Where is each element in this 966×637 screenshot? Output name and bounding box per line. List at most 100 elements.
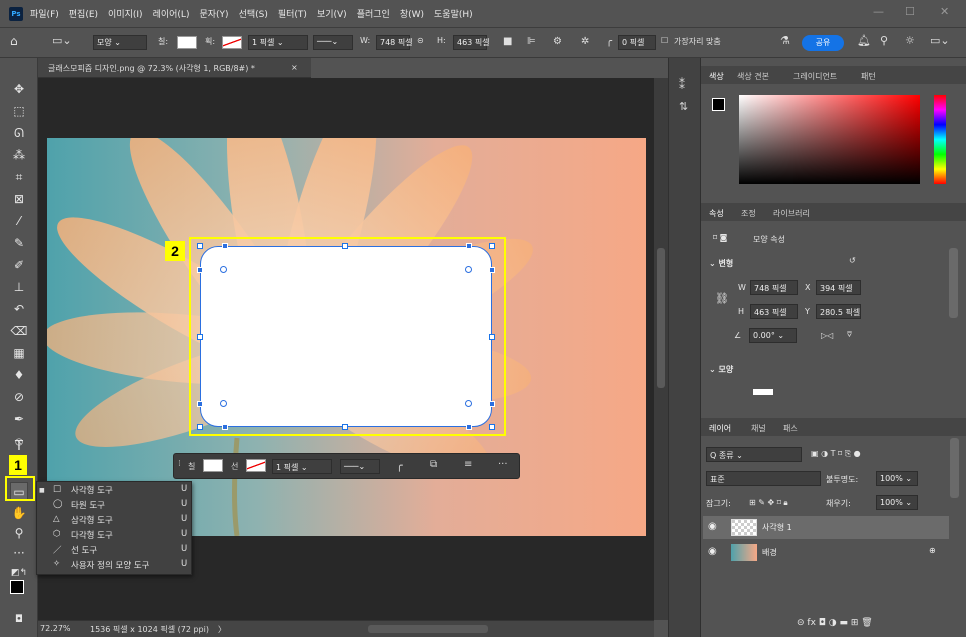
- link-icon[interactable]: ⊝: [417, 36, 424, 45]
- tab-channels[interactable]: 채널: [751, 423, 766, 434]
- layers-scrollbar[interactable]: [950, 438, 959, 498]
- menu-help[interactable]: 도움말(H): [434, 7, 473, 20]
- rectangle-shape[interactable]: [200, 246, 492, 427]
- type-tool-icon[interactable]: T: [10, 438, 28, 456]
- history-icon[interactable]: ⁑: [679, 78, 685, 92]
- blend-mode-select[interactable]: 표준: [706, 471, 821, 486]
- color-foreground-swatch[interactable]: [712, 98, 725, 111]
- discover-icon[interactable]: ☼: [905, 34, 915, 47]
- layer-actions-icons[interactable]: ⊝ fx ◘ ◑ ▬ ⊞ 🗑︎: [797, 618, 873, 628]
- beaker-icon[interactable]: ⚗: [780, 34, 790, 47]
- marquee-tool-icon[interactable]: ⬚: [10, 102, 28, 120]
- anchor-point[interactable]: [489, 267, 495, 273]
- transform-handle-tr[interactable]: [489, 243, 495, 249]
- share-button[interactable]: 공유: [802, 35, 844, 51]
- document-close-icon[interactable]: ×: [291, 63, 298, 72]
- tab-properties[interactable]: 속성: [709, 208, 724, 219]
- ctx-fill-swatch[interactable]: [203, 459, 223, 472]
- layer-filter-icons[interactable]: ▣ ◑ T ⌑ ⎘ ●: [811, 449, 861, 459]
- workspace-icon[interactable]: ▭⌄: [930, 34, 950, 47]
- crop-tool-icon[interactable]: ⌗: [10, 168, 28, 186]
- hue-slider[interactable]: [934, 95, 946, 184]
- status-arrow-icon[interactable]: 〉: [218, 624, 226, 635]
- tab-gradients[interactable]: 그레이디언트: [793, 71, 837, 82]
- ctx-stroke-swatch[interactable]: [246, 459, 266, 472]
- anchor-point[interactable]: [489, 401, 495, 407]
- tab-layers[interactable]: 레이어: [709, 423, 731, 434]
- flip-horizontal-icon[interactable]: ▷◁: [821, 331, 833, 340]
- tool-preset-icon[interactable]: ▭⌄: [52, 34, 72, 47]
- menu-view[interactable]: 보기(V): [317, 7, 347, 20]
- fill-swatch[interactable]: [177, 36, 197, 49]
- document-tab[interactable]: 글래스모피즘 디자인.png @ 72.3% (사각형 1, RGB/8#) *…: [38, 58, 311, 78]
- corner-radius-handle[interactable]: [220, 400, 227, 407]
- flyout-custom-shape-tool[interactable]: ✧ 사용자 정의 모양 도구 U: [43, 559, 189, 574]
- path-arrangement-icon[interactable]: ⚙: [553, 36, 562, 47]
- anchor-point[interactable]: [466, 243, 472, 249]
- color-picker-field[interactable]: [739, 95, 920, 184]
- maximize-button[interactable]: ☐: [905, 5, 915, 18]
- prop-y-field[interactable]: 280.5 픽셀: [816, 304, 861, 319]
- reset-icon[interactable]: ↺: [849, 256, 856, 265]
- flyout-polygon-tool[interactable]: ⬡ 다각형 도구 U: [43, 529, 189, 544]
- vertical-scrollbar-thumb[interactable]: [657, 248, 665, 388]
- transform-handle-br[interactable]: [489, 424, 495, 430]
- search-icon[interactable]: ⚲: [880, 34, 888, 47]
- anchor-point[interactable]: [222, 424, 228, 430]
- menu-image[interactable]: 이미지(I): [108, 7, 143, 20]
- align-edges-checkbox[interactable]: ☐: [661, 36, 668, 45]
- more-tools-icon[interactable]: ···: [10, 544, 28, 562]
- ctx-stroke-width[interactable]: 1 픽셀 ⌄: [272, 459, 332, 474]
- corner-radius-handle[interactable]: [465, 266, 472, 273]
- prop-angle-field[interactable]: 0.00° ⌄: [749, 328, 797, 343]
- menu-file[interactable]: 파일(F): [30, 7, 59, 20]
- flyout-ellipse-tool[interactable]: ◯ 타원 도구 U: [43, 499, 189, 514]
- menu-plugins[interactable]: 플러그인: [357, 7, 390, 20]
- transform-handle-t[interactable]: [342, 243, 348, 249]
- menu-layer[interactable]: 레이어(L): [153, 7, 190, 20]
- menu-select[interactable]: 선택(S): [239, 7, 268, 20]
- anchor-point[interactable]: [222, 243, 228, 249]
- brush-tool-icon[interactable]: ✐: [10, 256, 28, 274]
- eyedropper-tool-icon[interactable]: ⁄: [10, 212, 28, 230]
- opacity-field[interactable]: 100% ⌄: [876, 471, 918, 486]
- anchor-point[interactable]: [466, 424, 472, 430]
- path-operations-icon[interactable]: ■: [503, 36, 512, 47]
- zoom-level[interactable]: 72.27%: [40, 624, 71, 633]
- shape-mode-select[interactable]: 모양 ⌄: [93, 35, 147, 50]
- dodge-tool-icon[interactable]: ⊘: [10, 388, 28, 406]
- corner-radius-handle[interactable]: [465, 400, 472, 407]
- layer-row-shape[interactable]: ◉ 사각형 1: [703, 516, 949, 539]
- frame-tool-icon[interactable]: ⊠: [10, 190, 28, 208]
- tab-patterns[interactable]: 패턴: [861, 71, 876, 82]
- tab-adjustments[interactable]: 조정: [741, 208, 756, 219]
- close-button[interactable]: ✕: [940, 5, 949, 18]
- blur-tool-icon[interactable]: ♦: [10, 366, 28, 384]
- anchor-point[interactable]: [197, 267, 203, 273]
- lock-icons[interactable]: ⊞ ✎ ✥ ⌑ 🔒︎: [749, 498, 788, 508]
- stroke-width-field[interactable]: 1 픽셀 ⌄: [248, 35, 308, 50]
- vertical-scrollbar[interactable]: [654, 78, 668, 620]
- transform-section-label[interactable]: ⌄ 변형: [709, 258, 733, 269]
- menu-type[interactable]: 문자(Y): [199, 7, 228, 20]
- anchor-point[interactable]: [197, 401, 203, 407]
- pen-tool-icon[interactable]: ✒: [10, 410, 28, 428]
- stroke-type-select[interactable]: ───⌄: [313, 35, 353, 50]
- foreground-color-swatch[interactable]: [10, 580, 24, 594]
- zoom-tool-icon[interactable]: ⚲: [10, 524, 28, 542]
- width-field[interactable]: 748 픽셀: [376, 35, 413, 50]
- transform-handle-bl[interactable]: [197, 424, 203, 430]
- height-field[interactable]: 463 픽셀: [453, 35, 490, 50]
- visibility-eye-icon[interactable]: ◉: [708, 521, 717, 532]
- drag-handle-icon[interactable]: ⁞: [178, 459, 181, 469]
- ctx-stroke-type[interactable]: ───⌄: [340, 459, 380, 474]
- stroke-swatch[interactable]: [222, 36, 242, 49]
- tab-swatches[interactable]: 색상 견본: [737, 71, 769, 82]
- menu-window[interactable]: 창(W): [400, 7, 424, 20]
- prop-height-field[interactable]: 463 픽셀: [750, 304, 798, 319]
- history-brush-tool-icon[interactable]: ↶: [10, 300, 28, 318]
- minimize-button[interactable]: —: [873, 5, 884, 18]
- visibility-eye-icon[interactable]: ◉: [708, 546, 717, 557]
- bell-icon[interactable]: 🔔︎: [857, 34, 871, 47]
- tab-color[interactable]: 색상: [709, 71, 724, 82]
